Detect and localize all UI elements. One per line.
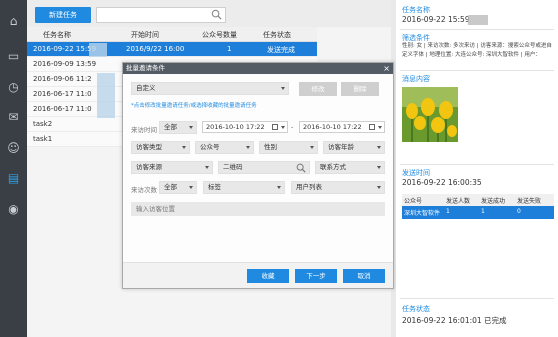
chevron-down-icon [378, 126, 382, 129]
date-from-field[interactable]: 2016-10-10 17:22 [202, 121, 288, 133]
send-time-value: 2016-09-22 16:00:35 [402, 178, 482, 187]
col-task-status: 任务状态 [263, 31, 291, 39]
official-account-select[interactable]: 公众号 [195, 141, 254, 154]
qr-code-field[interactable]: 二维码 [218, 161, 310, 174]
modify-button[interactable]: 修改 [299, 82, 337, 96]
calendar-icon[interactable] [369, 124, 375, 130]
table-row[interactable]: 2016-09-22 15:59 2016/9/22 16:00 1 发送完成 [27, 42, 317, 57]
filter-text: 性别: 女 | 来访次数: 多次来访 | 访客来源：搜索公众号或进自定义字体 |… [402, 43, 552, 58]
stats-header: 公众号 发送人数 发送成功 发送失败 [402, 194, 554, 206]
messages-icon[interactable]: ✉ [6, 110, 21, 125]
visit-time-select[interactable]: 全部 [159, 121, 197, 134]
chevron-down-icon [189, 126, 193, 129]
visitor-type-select[interactable]: 访客类型 [131, 141, 190, 154]
new-task-button[interactable]: 新建任务 [35, 7, 91, 23]
visit-count-select[interactable]: 全部 [159, 181, 197, 194]
delete-button[interactable]: 删除 [341, 82, 379, 96]
visit-time-label: 来访时间 [131, 126, 157, 134]
clock-icon[interactable]: ◷ [6, 80, 21, 95]
redaction-blur [89, 43, 107, 57]
status-label: 任务状态 [402, 305, 430, 313]
visitor-location-input[interactable]: 输入访客位置 [131, 202, 385, 216]
home-icon[interactable]: ⌂ [6, 14, 21, 29]
task-table-header: 任务名称 开始时间 公众号数量 任务状态 [27, 27, 317, 42]
chevron-down-icon [377, 166, 381, 169]
chevron-down-icon [277, 186, 281, 189]
search-input[interactable] [96, 7, 226, 23]
col-task-name: 任务名称 [43, 31, 71, 39]
chevron-down-icon [377, 146, 381, 149]
task-name-value: 2016-09-22 15:59 [402, 15, 470, 24]
col-start-time: 开始时间 [131, 31, 159, 39]
gender-select[interactable]: 性别 [259, 141, 318, 154]
date-to-field[interactable]: 2016-10-10 17:22 [299, 121, 385, 133]
chevron-down-icon [310, 146, 314, 149]
dialog-footer: 收藏 下一步 取消 [123, 262, 393, 288]
redaction-blur [468, 15, 488, 25]
close-icon[interactable]: × [383, 63, 390, 74]
toolbar: 新建任务 [27, 0, 391, 27]
user-list-select[interactable]: 用户列表 [291, 181, 385, 194]
task-name-label: 任务名称 [402, 6, 430, 14]
redaction-blur [97, 73, 115, 118]
cancel-button[interactable]: 取消 [343, 269, 385, 283]
calendar-icon[interactable] [272, 124, 278, 130]
send-time-label: 发送时间 [402, 169, 430, 177]
left-nav-rail: ⌂ ▭ ◷ ✉ ☺ ▤ ◉ [0, 0, 27, 337]
tulip-image [402, 87, 458, 142]
next-step-button[interactable]: 下一步 [295, 269, 337, 283]
favorite-button[interactable]: 收藏 [247, 269, 289, 283]
message-label: 消息内容 [402, 75, 430, 83]
chevron-down-icon [189, 186, 193, 189]
tags-select[interactable]: 标签 [203, 181, 285, 194]
dialog-title-bar: 批量邀请条件 × [123, 63, 393, 74]
task-detail-panel: 任务名称 2016-09-22 15:59 筛选条件 性别: 女 | 来访次数:… [396, 0, 558, 337]
visitor-age-select[interactable]: 访客年龄 [323, 141, 385, 154]
chat-icon[interactable]: ▭ [6, 49, 21, 64]
chevron-down-icon [182, 146, 186, 149]
table-row[interactable]: 深圳大智软件 1 1 0 [402, 206, 554, 219]
col-account-count: 公众号数量 [202, 31, 237, 39]
contact-select[interactable]: 联系方式 [315, 161, 385, 174]
visitor-source-select[interactable]: 访客来源 [131, 161, 213, 174]
search-icon[interactable] [296, 163, 306, 173]
batch-invite-dialog: 批量邀请条件 × 自定义 修改 删除 *点击修改批量邀请任务/或选择收藏的批量邀… [122, 62, 394, 289]
chevron-down-icon [281, 126, 285, 129]
batch-invite-icon[interactable]: ▤ [6, 171, 21, 186]
chevron-down-icon [246, 146, 250, 149]
chat-bubble-icon[interactable]: ◉ [6, 202, 21, 217]
preset-select[interactable]: 自定义 [131, 82, 289, 95]
search-icon[interactable] [211, 9, 222, 20]
chevron-down-icon [377, 186, 381, 189]
chevron-down-icon [281, 87, 285, 90]
status-value: 2016-09-22 16:01:01 已完成 [402, 316, 507, 325]
chevron-down-icon [205, 166, 209, 169]
send-stats-table: 公众号 发送人数 发送成功 发送失败 深圳大智软件 1 1 0 [402, 194, 554, 219]
visit-count-label: 来访次数 [131, 186, 157, 194]
hint-text: *点击修改批量邀请任务/或选择收藏的批量邀请任务 [131, 103, 257, 109]
contacts-icon[interactable]: ☺ [6, 141, 21, 156]
dialog-title: 批量邀请条件 [126, 64, 165, 72]
